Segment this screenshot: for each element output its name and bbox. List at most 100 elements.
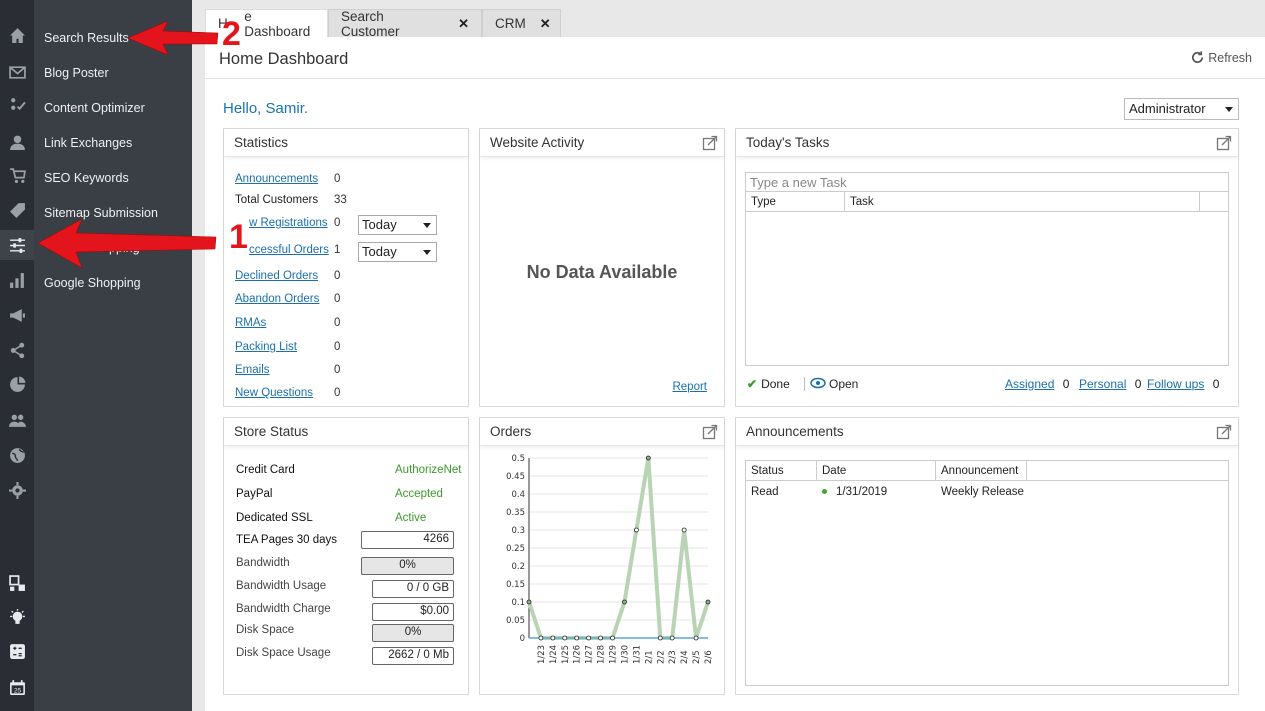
assigned-filter[interactable]: Assigned 0 bbox=[1005, 377, 1069, 391]
submenu-panel: Search Results Blog Poster Content Optim… bbox=[34, 0, 192, 711]
data-point[interactable] bbox=[574, 635, 580, 641]
disk-usage-label: Disk Space Usage bbox=[236, 647, 331, 659]
menu-item-sitemap-submission[interactable]: Sitemap Submission bbox=[44, 206, 158, 220]
stat-label[interactable]: Declined Orders bbox=[235, 270, 318, 282]
data-point[interactable] bbox=[610, 635, 615, 641]
data-point[interactable] bbox=[645, 455, 651, 461]
x-tick-label: 2/6 bbox=[704, 650, 714, 664]
data-point[interactable] bbox=[669, 635, 675, 641]
disk-usage-value: 2662 / 0 Mb bbox=[372, 647, 454, 665]
close-icon[interactable]: ✕ bbox=[458, 16, 469, 32]
stat-label[interactable]: RMAs bbox=[235, 317, 266, 329]
stat-label[interactable]: Emails bbox=[235, 364, 270, 376]
panel-header: Announcements bbox=[736, 418, 1238, 446]
user-icon[interactable] bbox=[0, 127, 34, 157]
share-icon[interactable] bbox=[0, 335, 34, 365]
open-filter[interactable]: Open bbox=[810, 377, 858, 391]
column-type[interactable]: Type bbox=[746, 192, 845, 212]
expand-icon[interactable] bbox=[1216, 424, 1232, 440]
tea-pages-value: 4266 bbox=[361, 531, 454, 549]
new-task-input[interactable]: Type a new Task bbox=[745, 172, 1229, 192]
bar-chart-icon[interactable] bbox=[0, 265, 34, 295]
x-tick-label: 1/25 bbox=[561, 645, 571, 664]
status-dot bbox=[822, 489, 827, 495]
bandwidth-charge-label: Bandwidth Charge bbox=[236, 603, 331, 615]
cart-icon[interactable] bbox=[0, 160, 34, 190]
expand-icon[interactable] bbox=[1216, 135, 1232, 151]
menu-item-google-shopping[interactable]: Google Shopping bbox=[44, 276, 141, 290]
announcement-text[interactable]: Weekly Release bbox=[941, 486, 1024, 498]
data-point[interactable] bbox=[633, 527, 639, 533]
menu-item-shopping[interactable]: pping bbox=[109, 241, 140, 255]
y-tick-label: 0.1 bbox=[511, 598, 525, 608]
tab-crm[interactable]: CRM ✕ bbox=[482, 9, 561, 37]
data-point[interactable] bbox=[681, 527, 687, 533]
data-point[interactable] bbox=[657, 635, 663, 641]
mail-icon[interactable] bbox=[0, 57, 34, 87]
data-point[interactable] bbox=[526, 599, 532, 605]
expand-icon[interactable] bbox=[702, 135, 718, 151]
personal-filter[interactable]: Personal 0 bbox=[1079, 377, 1141, 391]
followups-link[interactable]: Follow ups bbox=[1147, 377, 1204, 391]
stat-label[interactable]: Packing List bbox=[235, 341, 297, 353]
store-status-panel: Store Status Credit Card AuthorizeNet Pa… bbox=[223, 417, 469, 695]
followups-filter[interactable]: Follow ups 0 bbox=[1147, 377, 1219, 391]
menu-item-link-exchanges[interactable]: Link Exchanges bbox=[44, 136, 132, 150]
stat-label[interactable]: New Questions bbox=[235, 387, 313, 399]
data-point[interactable] bbox=[705, 599, 711, 605]
column-date[interactable]: Date bbox=[817, 461, 936, 481]
expand-icon[interactable] bbox=[702, 424, 718, 440]
data-point[interactable] bbox=[586, 635, 592, 641]
lightbulb-icon[interactable] bbox=[0, 602, 34, 632]
refresh-label: Refresh bbox=[1208, 50, 1252, 65]
data-point[interactable] bbox=[693, 635, 699, 641]
panel-header: Statistics bbox=[224, 129, 468, 157]
personal-link[interactable]: Personal bbox=[1079, 377, 1126, 391]
globe-icon[interactable] bbox=[0, 440, 34, 470]
tab-search-customer[interactable]: Search Customer ✕ bbox=[328, 9, 482, 39]
tag-icon[interactable] bbox=[0, 195, 34, 225]
sliders-icon[interactable] bbox=[0, 230, 34, 260]
layout-icon[interactable] bbox=[0, 568, 34, 598]
role-select[interactable]: Administrator bbox=[1124, 98, 1239, 120]
menu-item-blog-poster[interactable]: Blog Poster bbox=[44, 66, 109, 80]
stat-label[interactable]: ccessful Orders bbox=[249, 244, 329, 256]
home-icon[interactable] bbox=[0, 20, 34, 50]
stat-label[interactable]: w Registrations bbox=[249, 217, 328, 229]
x-tick-label: 1/26 bbox=[573, 645, 583, 664]
stat-label[interactable]: Abandon Orders bbox=[235, 293, 319, 305]
stat-label[interactable]: Announcements bbox=[235, 173, 318, 185]
panel-title: Orders bbox=[490, 424, 532, 439]
refresh-button[interactable]: Refresh bbox=[1190, 50, 1252, 65]
data-point[interactable] bbox=[538, 635, 544, 641]
megaphone-icon[interactable] bbox=[0, 300, 34, 330]
followups-count: 0 bbox=[1212, 377, 1220, 391]
calculator-icon[interactable] bbox=[0, 636, 34, 666]
calendar-icon[interactable]: 25 bbox=[0, 672, 34, 702]
date-text: 1/31/2019 bbox=[836, 486, 888, 498]
column-announcement[interactable]: Announcement bbox=[936, 461, 1027, 481]
checklist-icon[interactable] bbox=[0, 89, 34, 119]
y-tick-label: 0.5 bbox=[511, 454, 525, 464]
orders-period-select[interactable]: Today bbox=[358, 242, 437, 262]
column-task[interactable]: Task bbox=[845, 192, 1200, 212]
data-point[interactable] bbox=[550, 635, 556, 641]
pie-chart-icon[interactable] bbox=[0, 369, 34, 399]
registrations-period-select[interactable]: Today bbox=[358, 215, 437, 235]
menu-item-search-results[interactable]: Search Results bbox=[44, 31, 129, 45]
menu-item-content-optimizer[interactable]: Content Optimizer bbox=[44, 101, 145, 115]
users-group-icon[interactable] bbox=[0, 405, 34, 435]
done-filter[interactable]: ✔ Done bbox=[747, 377, 790, 391]
gear-icon[interactable] bbox=[0, 475, 34, 505]
menu-item-seo-keywords[interactable]: SEO Keywords bbox=[44, 171, 129, 185]
column-status[interactable]: Status bbox=[746, 461, 817, 481]
report-link[interactable]: Report bbox=[672, 381, 707, 393]
data-point[interactable] bbox=[562, 635, 568, 641]
close-icon[interactable]: ✕ bbox=[540, 16, 551, 32]
data-point[interactable] bbox=[598, 635, 603, 641]
credit-card-label: Credit Card bbox=[236, 464, 295, 476]
announcements-grid: Status Date Announcement Read 1/31/2019 … bbox=[745, 460, 1229, 686]
data-point[interactable] bbox=[622, 599, 627, 605]
assigned-link[interactable]: Assigned bbox=[1005, 377, 1054, 391]
disk-space-bar: 0% bbox=[372, 624, 454, 642]
